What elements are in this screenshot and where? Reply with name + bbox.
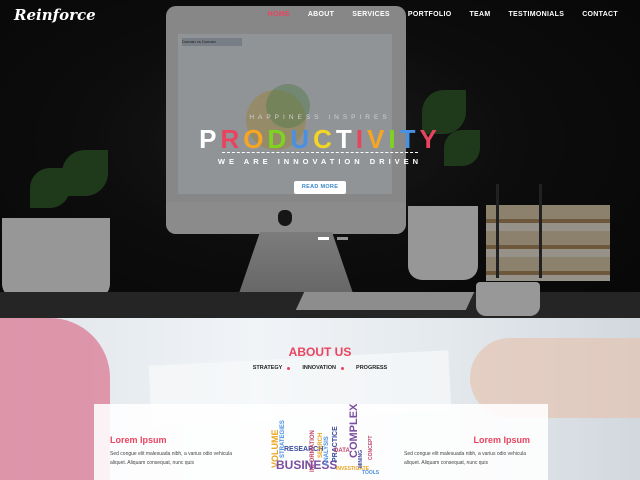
pillar-progress: PROGRESS — [356, 365, 387, 371]
slider-dots — [318, 237, 348, 240]
slider-dot[interactable] — [318, 237, 329, 240]
word-cloud-word: PRACTICE — [332, 426, 339, 462]
headline-letter: P — [199, 124, 221, 154]
nav-item-testimonials[interactable]: TESTIMONIALS — [508, 11, 564, 18]
left-heading: Lorem Ipsum — [110, 435, 167, 445]
hero-subheading: WE ARE INNOVATION DRIVEN — [217, 157, 423, 166]
hero-slider: Domain vs Domain HAPPINESS INSPIRES PROD… — [0, 0, 640, 318]
headline-letter: V — [367, 124, 389, 154]
pillar-label: PROGRESS — [356, 365, 388, 371]
word-cloud-image: VOLUME STRATEGIES RESEARCH INFORMATION BUSIN… — [270, 404, 390, 480]
about-section: ABOUT US STRATEGY INNOVATION PROGRESS Lore… — [0, 318, 640, 480]
about-title: ABOUT US — [288, 345, 352, 359]
headline-letter: T — [399, 124, 420, 154]
nav-item-about[interactable]: ABOUT — [308, 11, 334, 18]
brand-logo[interactable]: Reinforce — [14, 6, 96, 24]
right-heading: Lorem Ipsum — [473, 435, 530, 445]
pillar-bullet-icon — [341, 366, 345, 370]
pillar-bullet-icon — [287, 366, 291, 370]
word-cloud-word: CONCEPT — [368, 435, 374, 460]
pillar-label: INNOVATION — [302, 365, 337, 371]
read-more-button[interactable]: READ MORE — [294, 181, 346, 194]
word-cloud-word: MINING — [358, 449, 364, 468]
word-cloud-word: ANALYSIS — [324, 436, 330, 466]
headline-letter: C — [313, 124, 336, 154]
headline-letter: I — [388, 124, 400, 154]
headline-letter: R — [220, 124, 244, 154]
main-nav: HOME ABOUT SERVICES PORTFOLIO TEAM TESTIMONIA… — [268, 11, 618, 18]
headline-letter: D — [267, 124, 291, 154]
headline-letter: T — [335, 124, 356, 154]
pillar-strategy: STRATEGY — [253, 365, 291, 371]
nav-item-contact[interactable]: CONTACT — [582, 11, 618, 18]
nav-item-services[interactable]: SERVICES — [352, 11, 390, 18]
word-cloud-word: TOOLS — [362, 470, 380, 476]
hero-tagline: HAPPINESS INSPIRES — [249, 114, 391, 121]
headline-letter: U — [290, 124, 314, 154]
about-pillars: STRATEGY INNOVATION PROGRESS — [0, 365, 640, 371]
nav-item-portfolio[interactable]: PORTFOLIO — [408, 11, 452, 18]
headline-letter: Y — [419, 124, 441, 154]
headline-letter: O — [243, 124, 268, 154]
pillar-innovation: INNOVATION — [302, 365, 345, 371]
hero-headline: PRODUCTIVITY — [0, 124, 640, 155]
right-text: Sed congue elit malesuada nibh, a varius… — [404, 451, 527, 466]
nav-item-home[interactable]: HOME — [268, 11, 290, 18]
headline-divider — [222, 152, 418, 153]
nav-item-team[interactable]: TEAM — [469, 11, 490, 18]
left-text: Sed congue elit malesuada nibh, a varius… — [110, 451, 233, 466]
headline-letter: I — [355, 124, 367, 154]
pillar-label: STRATEGY — [252, 365, 283, 371]
slider-dot[interactable] — [337, 237, 348, 240]
